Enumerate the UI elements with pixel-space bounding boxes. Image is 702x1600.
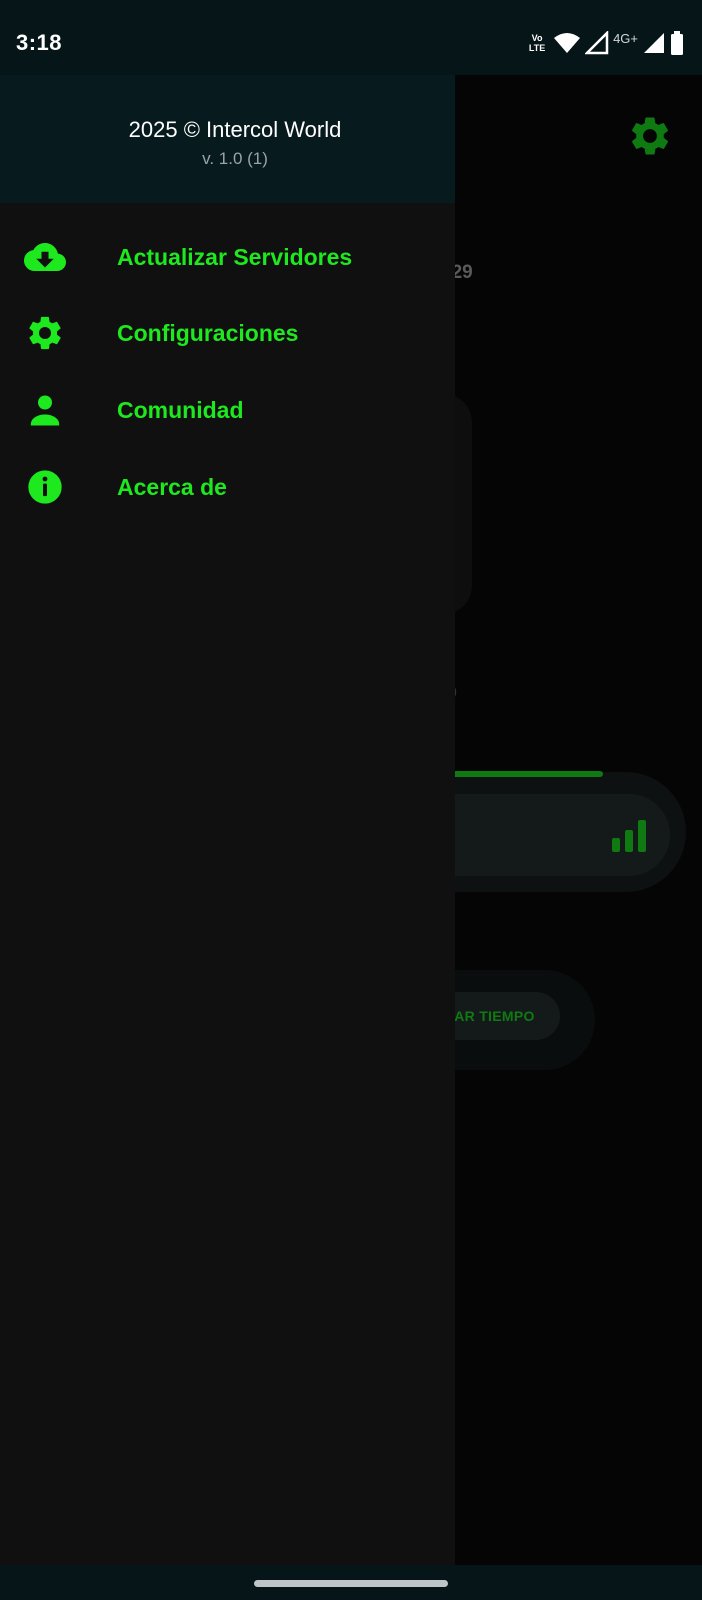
menu-item-label: Configuraciones [117, 319, 299, 346]
cell-signal-icon [585, 31, 609, 55]
gear-icon [24, 312, 66, 354]
status-time: 3:18 [16, 30, 63, 55]
app-signal-bars-icon [612, 820, 646, 852]
gesture-handle[interactable] [254, 1580, 448, 1587]
app-settings-gear-icon [632, 117, 669, 155]
info-icon [24, 466, 66, 508]
menu-item-configuraciones[interactable]: Configuraciones [0, 298, 455, 368]
cloud-download-icon [24, 236, 66, 278]
drawer-header: 2025 © Intercol World v. 1.0 (1) [0, 75, 455, 203]
menu-item-actualizar-servidores[interactable]: Actualizar Servidores [0, 222, 455, 292]
battery-icon [671, 31, 683, 55]
volte-icon: Vo LTE [528, 33, 546, 53]
navigation-drawer: 2025 © Intercol World v. 1.0 (1) Actuali… [0, 75, 455, 1565]
network-type: 4G+ [613, 30, 638, 46]
drawer-title: 2025 © Intercol World [128, 117, 342, 142]
app-progress-bar [440, 771, 603, 777]
app-add-time-label: GAR TIEMPO [443, 1008, 535, 1024]
menu-item-label: Acerca de [117, 473, 227, 500]
menu-item-label: Actualizar Servidores [117, 243, 353, 270]
person-icon [24, 389, 66, 431]
menu-item-comunidad[interactable]: Comunidad [0, 375, 455, 445]
drawer-version: v. 1.0 (1) [202, 149, 268, 168]
cell-signal-icon-2 [644, 33, 664, 53]
status-icons: Vo LTE 4G+ [525, 30, 684, 56]
wifi-icon [554, 33, 581, 53]
menu-item-label: Comunidad [117, 396, 244, 423]
status-bar: 3:18 Vo LTE 4G+ [0, 0, 702, 75]
menu-item-acerca-de[interactable]: Acerca de [0, 452, 455, 522]
